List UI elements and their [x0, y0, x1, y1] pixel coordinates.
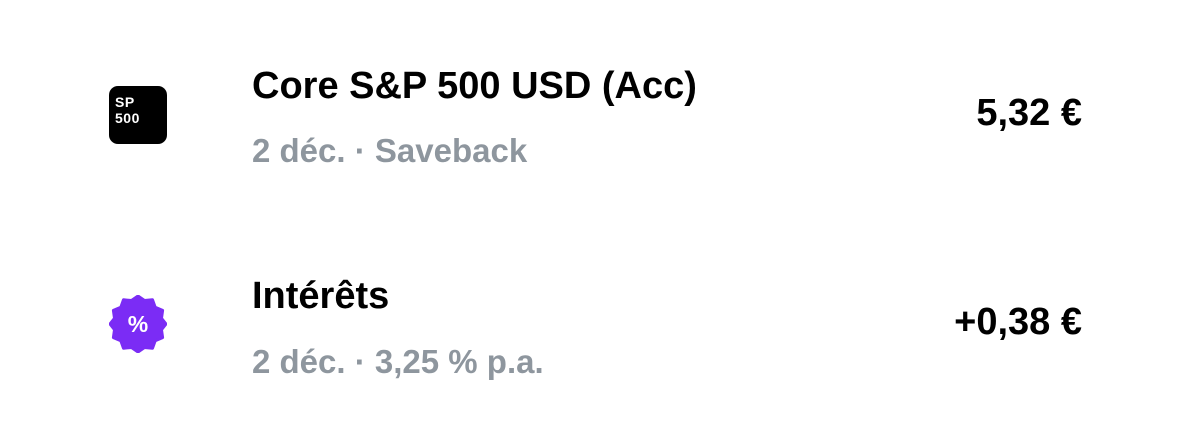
- logo-line-500: 500: [115, 110, 140, 126]
- transaction-amount: +0,38 €: [954, 301, 1082, 343]
- transaction-title: Intérêts: [252, 275, 390, 317]
- transaction-row-interest[interactable]: % Intérêts 2 déc. · 3,25 % p.a. +0,38 €: [0, 250, 1179, 410]
- badge-shape: %: [109, 295, 167, 353]
- percent-badge-icon: %: [109, 295, 167, 353]
- transaction-subtitle: 2 déc. · Saveback: [252, 132, 528, 169]
- transaction-amount: 5,32 €: [976, 92, 1082, 134]
- badge-percent-symbol: %: [128, 311, 148, 337]
- transaction-list: SP 500 Core S&P 500 USD (Acc) 2 déc. · S…: [0, 0, 1179, 436]
- logo-line-sp: SP: [115, 94, 135, 110]
- transaction-row-core-sp500[interactable]: SP 500 Core S&P 500 USD (Acc) 2 déc. · S…: [0, 38, 1179, 198]
- transaction-title: Core S&P 500 USD (Acc): [252, 65, 697, 107]
- transaction-subtitle: 2 déc. · 3,25 % p.a.: [252, 343, 544, 380]
- sp500-logo-icon: SP 500: [109, 86, 167, 144]
